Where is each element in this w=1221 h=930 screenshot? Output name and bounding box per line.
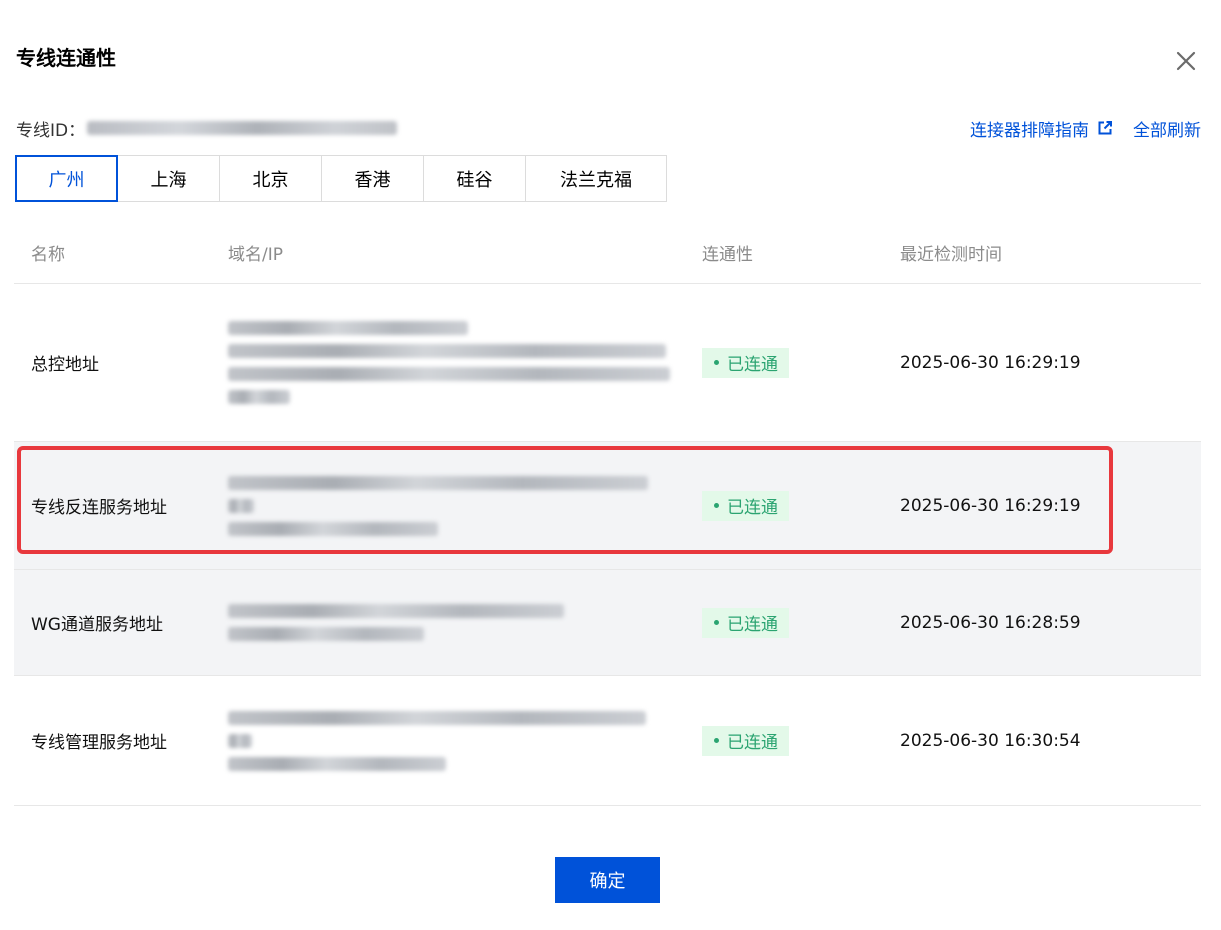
tab-silicon-valley[interactable]: 硅谷 xyxy=(423,155,526,202)
tab-hongkong[interactable]: 香港 xyxy=(321,155,424,202)
status-badge: 已连通 xyxy=(702,490,789,521)
status-dot-icon xyxy=(714,503,719,508)
row-name: WG通道服务地址 xyxy=(31,615,163,635)
row-domain-ip-redacted xyxy=(228,475,702,536)
status-text: 已连通 xyxy=(727,355,778,375)
status-dot-icon xyxy=(714,738,719,743)
line-id-row: 专线ID： xyxy=(16,116,398,141)
tab-beijing[interactable]: 北京 xyxy=(219,155,322,202)
row-last-check-time: 2025-06-30 16:29:19 xyxy=(900,495,1081,516)
confirm-button[interactable]: 确定 xyxy=(555,857,660,903)
table-row: 总控地址 已连通 2025-06-30 16:29:19 xyxy=(14,284,1201,442)
row-name: 专线管理服务地址 xyxy=(31,733,167,753)
column-header-last-check-time: 最近检测时间 xyxy=(900,245,1002,265)
status-dot-icon xyxy=(714,360,719,365)
row-connectivity: 已连通 xyxy=(702,490,900,521)
table-row: 专线管理服务地址 已连通 2025-06-30 16:30:54 xyxy=(14,676,1201,806)
row-last-check-time: 2025-06-30 16:28:59 xyxy=(900,612,1081,633)
close-icon[interactable] xyxy=(1173,48,1199,74)
status-text: 已连通 xyxy=(727,498,778,518)
tab-frankfurt[interactable]: 法兰克福 xyxy=(525,155,667,202)
region-tabs: 广州 上海 北京 香港 硅谷 法兰克福 xyxy=(15,155,667,202)
row-domain-ip-redacted xyxy=(228,604,702,641)
connectivity-table: 名称 域名/IP 连通性 最近检测时间 总控地址 已连通 2025-06-30 … xyxy=(14,222,1201,806)
status-text: 已连通 xyxy=(727,615,778,635)
refresh-all-link[interactable]: 全部刷新 xyxy=(1133,116,1201,141)
troubleshoot-guide-link[interactable]: 连接器排障指南 xyxy=(970,116,1113,141)
row-domain-ip-redacted xyxy=(228,710,702,771)
line-id-value-redacted xyxy=(87,121,398,135)
column-header-name: 名称 xyxy=(31,245,65,265)
top-links: 连接器排障指南 全部刷新 xyxy=(970,116,1201,141)
status-badge: 已连通 xyxy=(702,725,789,756)
tab-guangzhou[interactable]: 广州 xyxy=(15,155,118,202)
dialog-title: 专线连通性 xyxy=(16,46,116,70)
row-name: 总控地址 xyxy=(31,355,99,375)
status-badge: 已连通 xyxy=(702,347,789,378)
status-text: 已连通 xyxy=(727,733,778,753)
table-row: 专线反连服务地址 已连通 2025-06-30 16:29:19 xyxy=(14,442,1201,570)
row-name: 专线反连服务地址 xyxy=(31,498,167,518)
tab-shanghai[interactable]: 上海 xyxy=(117,155,220,202)
status-dot-icon xyxy=(714,620,719,625)
table-row: WG通道服务地址 已连通 2025-06-30 16:28:59 xyxy=(14,570,1201,676)
status-badge: 已连通 xyxy=(702,607,789,638)
table-header: 名称 域名/IP 连通性 最近检测时间 xyxy=(14,222,1201,284)
row-connectivity: 已连通 xyxy=(702,607,900,638)
external-link-icon xyxy=(1098,121,1112,135)
row-connectivity: 已连通 xyxy=(702,347,900,378)
row-last-check-time: 2025-06-30 16:30:54 xyxy=(900,730,1081,751)
column-header-domain-ip: 域名/IP xyxy=(228,245,283,265)
column-header-connectivity: 连通性 xyxy=(702,245,753,265)
troubleshoot-guide-label: 连接器排障指南 xyxy=(970,120,1089,141)
row-last-check-time: 2025-06-30 16:29:19 xyxy=(900,352,1081,373)
row-connectivity: 已连通 xyxy=(702,725,900,756)
row-domain-ip-redacted xyxy=(228,321,702,404)
line-id-label: 专线ID： xyxy=(16,120,86,141)
